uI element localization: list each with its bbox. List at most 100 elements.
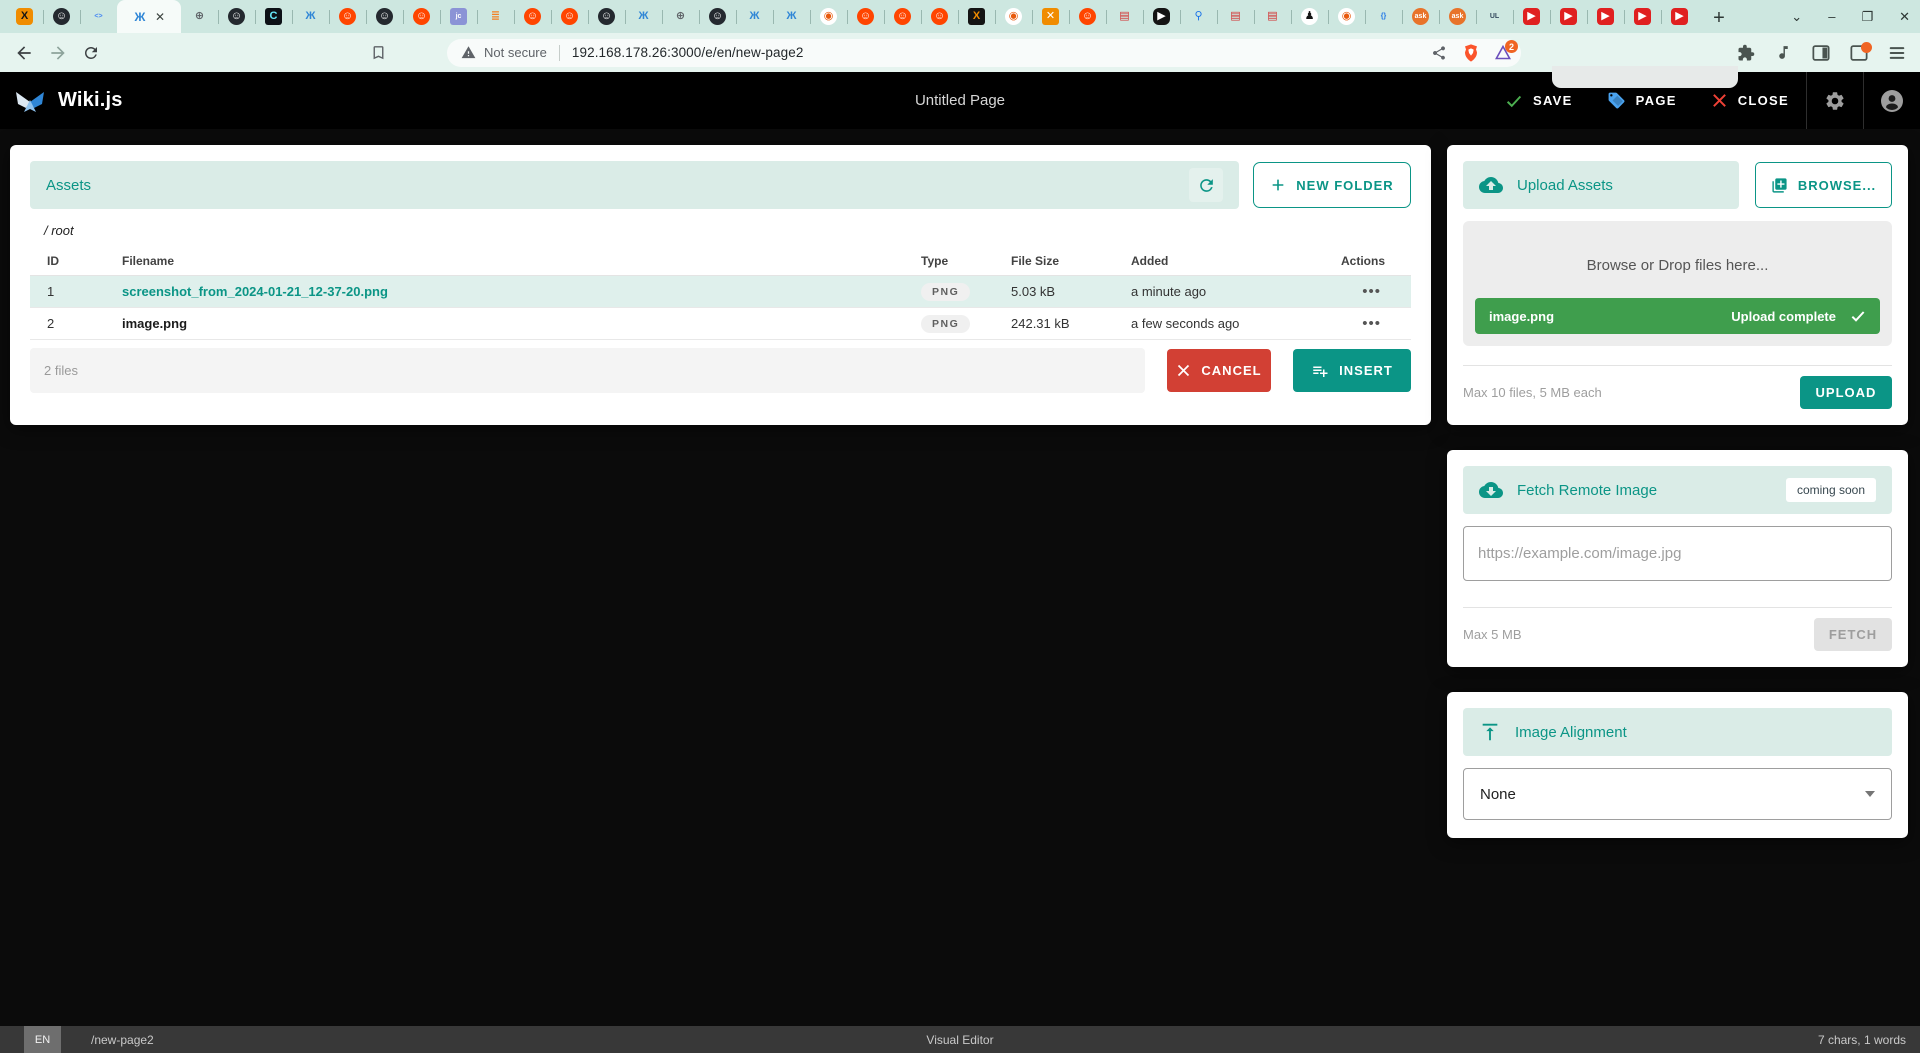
browser-tab[interactable]: X (958, 0, 995, 33)
browser-tab[interactable]: ◉ (995, 0, 1032, 33)
browser-tab[interactable]: ⚲ (1180, 0, 1217, 33)
browser-tab[interactable]: ♟ (1291, 0, 1328, 33)
window-restore-button[interactable]: ❐ (1861, 9, 1873, 25)
browser-tab[interactable]: ≣ (477, 0, 514, 33)
profile-update-icon[interactable] (1850, 45, 1868, 61)
browser-tab[interactable]: ☺ (699, 0, 736, 33)
browser-tab[interactable]: ☺ (884, 0, 921, 33)
cancel-x-icon (1176, 363, 1191, 378)
browser-tab[interactable]: ✕ (1032, 0, 1069, 33)
sidebar-icon[interactable] (1812, 45, 1830, 61)
browser-tab[interactable]: ⊕ (662, 0, 699, 33)
address-bar[interactable]: Not secure 192.168.178.26:3000/e/en/new-… (447, 39, 1521, 67)
browser-tab[interactable]: ask (1402, 0, 1439, 33)
browser-tab[interactable]: ▶ (1661, 0, 1698, 33)
account-button[interactable] (1864, 72, 1920, 129)
fetch-button[interactable]: FETCH (1814, 618, 1892, 651)
browser-tab[interactable]: ▶ (1550, 0, 1587, 33)
reload-button[interactable] (82, 44, 100, 62)
insert-button[interactable]: INSERT (1293, 349, 1411, 392)
remote-image-url-input[interactable] (1463, 526, 1892, 581)
col-added: Added (1131, 254, 1301, 268)
browser-tab[interactable]: ▤ (1217, 0, 1254, 33)
row-actions-button[interactable]: ••• (1301, 315, 1387, 332)
refresh-button[interactable] (1189, 168, 1223, 202)
url-text[interactable]: 192.168.178.26:3000/e/en/new-page2 (572, 45, 804, 60)
browser-tab[interactable]: ☺ (329, 0, 366, 33)
brave-rewards-icon[interactable]: 2 (1495, 45, 1511, 60)
upload-button[interactable]: UPLOAD (1800, 376, 1892, 409)
new-folder-button[interactable]: NEW FOLDER (1253, 162, 1411, 208)
browser-tab[interactable]: jc (440, 0, 477, 33)
add-photos-icon (1771, 177, 1788, 194)
browser-tab[interactable]: Ж (773, 0, 810, 33)
browser-tab-active[interactable]: Ж✕ (117, 0, 181, 33)
browser-tab[interactable]: Ж (292, 0, 329, 33)
browser-tab[interactable]: ☺ (588, 0, 625, 33)
browser-tab[interactable]: ask (1439, 0, 1476, 33)
bookmark-icon[interactable] (370, 44, 387, 61)
browser-tab[interactable]: {} (1365, 0, 1402, 33)
tab-favicon: ☺ (413, 8, 430, 25)
type-chip: PNG (921, 283, 970, 301)
tab-favicon: ☺ (376, 8, 393, 25)
browser-tab[interactable]: ☺ (847, 0, 884, 33)
brave-shields-icon[interactable] (1463, 44, 1479, 62)
tab-favicon: ☺ (524, 8, 541, 25)
browser-tab[interactable]: X (6, 0, 43, 33)
tab-search-icon[interactable]: ⌄ (1791, 9, 1802, 25)
fetch-remote-image-card: Fetch Remote Image coming soon Max 5 MB … (1447, 450, 1908, 667)
window-minimize-button[interactable]: – (1828, 9, 1835, 24)
browser-tab[interactable]: Ж (736, 0, 773, 33)
settings-button[interactable] (1807, 72, 1863, 129)
browser-tab[interactable]: ☺ (218, 0, 255, 33)
browser-tab[interactable]: ◉ (810, 0, 847, 33)
browser-tab[interactable]: ☺ (1069, 0, 1106, 33)
browser-tab[interactable]: ▶ (1513, 0, 1550, 33)
browser-tab[interactable]: ▤ (1106, 0, 1143, 33)
forward-button[interactable] (48, 43, 68, 63)
browser-tab[interactable]: ☺ (514, 0, 551, 33)
window-controls: ⌄ – ❐ ✕ (1791, 0, 1920, 33)
browser-tab[interactable]: Ж (625, 0, 662, 33)
alignment-select[interactable]: None (1463, 768, 1892, 820)
cell-filename[interactable]: screenshot_from_2024-01-21_12-37-20.png (122, 284, 921, 299)
browser-tab[interactable]: ▶ (1624, 0, 1661, 33)
extensions-icon[interactable] (1737, 44, 1755, 62)
browser-tab[interactable]: UL (1476, 0, 1513, 33)
share-icon[interactable] (1431, 45, 1447, 61)
browser-tab-strip: X☺<>Ж✕⊕☺CЖ☺☺☺jc≣☺☺☺Ж⊕☺ЖЖ◉☺☺☺X◉✕☺▤▶⚲▤▤♟◉{… (0, 0, 1698, 33)
new-tab-button[interactable]: + (1704, 3, 1734, 33)
cancel-button[interactable]: CANCEL (1167, 349, 1271, 392)
tab-favicon: ☺ (931, 8, 948, 25)
browser-tab[interactable]: ⊕ (181, 0, 218, 33)
fetch-note: Max 5 MB (1463, 627, 1522, 642)
browser-tab[interactable]: <> (80, 0, 117, 33)
tab-favicon: ☺ (339, 8, 356, 25)
media-control-icon[interactable] (1775, 44, 1792, 61)
browse-label: BROWSE... (1798, 178, 1876, 193)
tab-close-icon[interactable]: ✕ (155, 10, 165, 24)
menu-icon[interactable] (1888, 45, 1906, 61)
dropzone[interactable]: Browse or Drop files here... image.png U… (1463, 221, 1892, 346)
row-actions-button[interactable]: ••• (1301, 283, 1387, 300)
browser-tab[interactable]: ☺ (921, 0, 958, 33)
browser-tab[interactable]: ◉ (1328, 0, 1365, 33)
browser-tab[interactable]: ☺ (43, 0, 80, 33)
tab-favicon: ◉ (1005, 8, 1022, 25)
browser-tab[interactable]: ☺ (403, 0, 440, 33)
back-button[interactable] (14, 43, 34, 63)
tab-favicon: ☺ (857, 8, 874, 25)
cell-filename[interactable]: image.png (122, 316, 921, 331)
browser-tab[interactable]: C (255, 0, 292, 33)
browser-tab[interactable]: ☺ (366, 0, 403, 33)
window-close-button[interactable]: ✕ (1899, 9, 1910, 25)
table-row[interactable]: 2 image.png PNG 242.31 kB a few seconds … (30, 308, 1411, 340)
rewards-badge: 2 (1505, 40, 1518, 53)
browser-tab[interactable]: ☺ (551, 0, 588, 33)
table-row[interactable]: 1 screenshot_from_2024-01-21_12-37-20.pn… (30, 276, 1411, 308)
browser-tab[interactable]: ▶ (1143, 0, 1180, 33)
browse-button[interactable]: BROWSE... (1755, 162, 1892, 208)
browser-tab[interactable]: ▤ (1254, 0, 1291, 33)
browser-tab[interactable]: ▶ (1587, 0, 1624, 33)
